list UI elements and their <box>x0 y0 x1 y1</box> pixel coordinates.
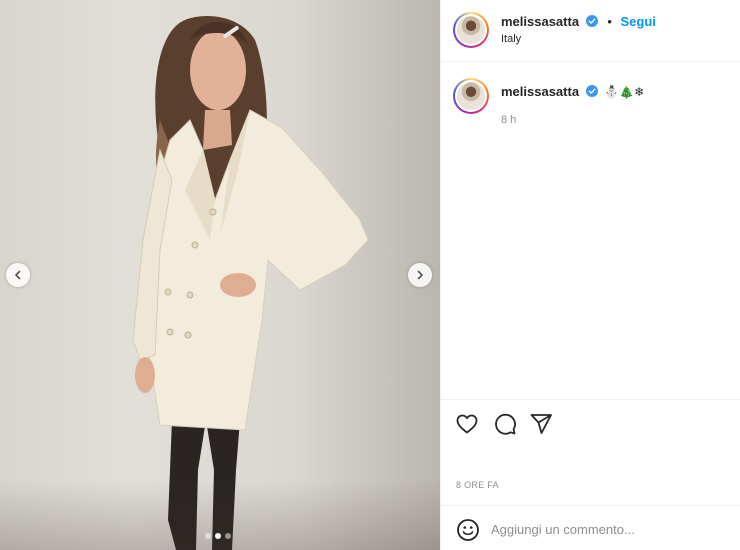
carousel-dot-active <box>215 533 221 539</box>
speech-bubble-icon[interactable] <box>493 412 517 436</box>
action-bar <box>441 399 740 459</box>
comment-input[interactable] <box>491 517 721 541</box>
post-header: melissasatta • Segui Italy <box>441 0 740 62</box>
caption-text: ⛄🎄❄ <box>604 85 645 99</box>
carousel-dot <box>225 533 231 539</box>
paper-plane-icon[interactable] <box>529 412 553 436</box>
avatar[interactable] <box>453 12 489 48</box>
post-photo[interactable] <box>0 0 440 550</box>
caption-section: melissasatta ⛄🎄❄ 8 h <box>441 62 740 399</box>
smiley-icon[interactable] <box>456 518 480 542</box>
chevron-left-icon <box>14 270 21 280</box>
caption-row: melissasatta ⛄🎄❄ <box>501 84 644 99</box>
caption-username[interactable]: melissasatta <box>501 84 579 99</box>
post-timestamp[interactable]: 8 ORE FA <box>456 480 499 490</box>
verified-badge-icon <box>585 85 598 97</box>
carousel-next-button[interactable] <box>408 263 432 287</box>
carousel-prev-button[interactable] <box>6 263 30 287</box>
header-user-row: melissasatta • Segui <box>501 14 656 29</box>
follow-button[interactable]: Segui <box>621 14 656 29</box>
woman-figure <box>132 16 369 550</box>
location-link[interactable]: Italy <box>501 33 521 45</box>
floor-shadow <box>0 480 440 550</box>
separator-bullet: • <box>607 14 612 29</box>
chevron-right-icon <box>417 270 424 280</box>
heart-icon[interactable] <box>455 412 479 436</box>
verified-badge-icon <box>585 15 598 27</box>
username-link[interactable]: melissasatta <box>501 14 579 29</box>
carousel-dots <box>205 533 231 539</box>
caption-time: 8 h <box>501 114 517 126</box>
post-sidebar: melissasatta • Segui Italy melissasatta … <box>440 0 740 550</box>
comment-bar <box>441 505 740 550</box>
carousel-dot <box>205 533 211 539</box>
caption-avatar[interactable] <box>453 78 489 114</box>
